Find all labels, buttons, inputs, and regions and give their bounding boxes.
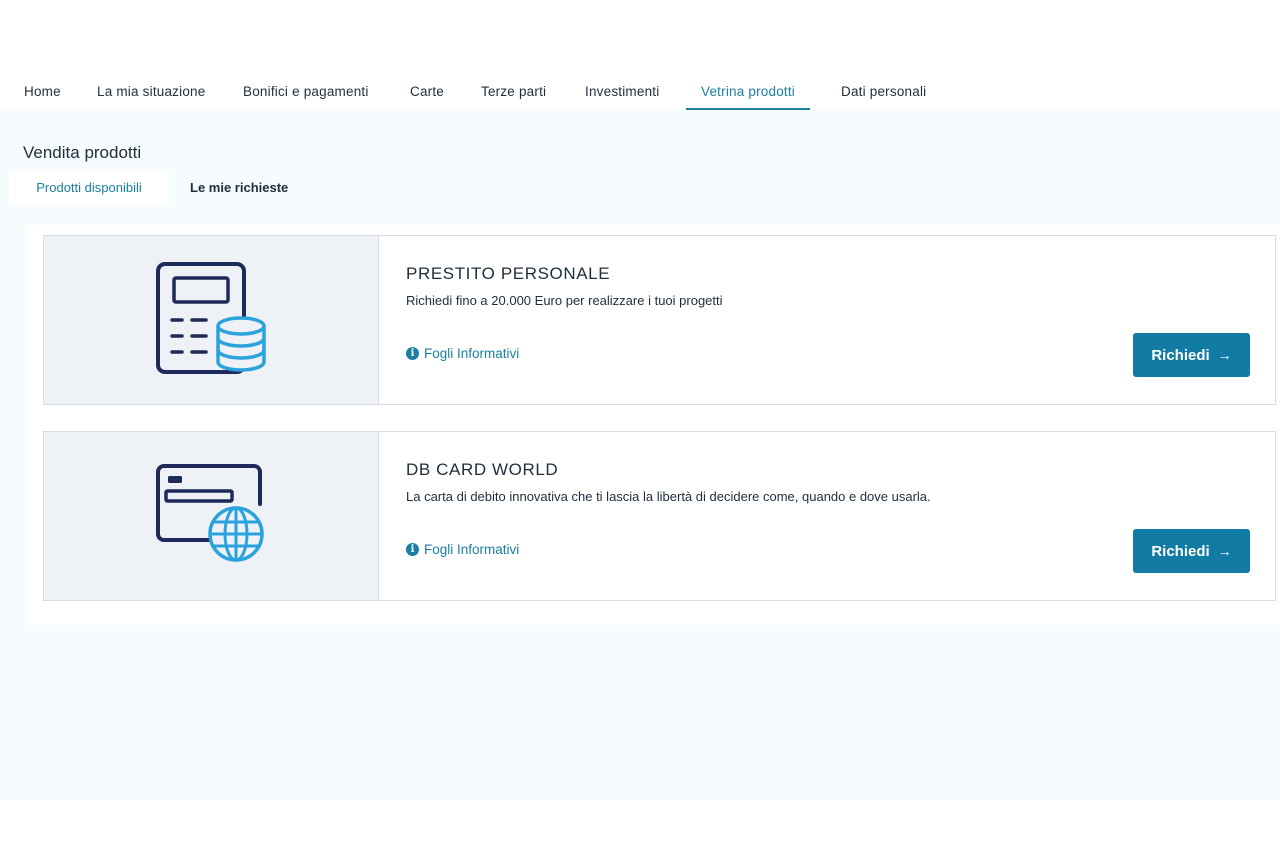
info-link-label: Fogli Informativi — [424, 542, 520, 557]
product-title: PRESTITO PERSONALE — [406, 264, 611, 283]
fogli-informativi-link[interactable]: i Fogli Informativi — [406, 542, 519, 557]
info-icon: i — [406, 347, 419, 360]
richiedi-button[interactable]: Richiedi → — [1133, 529, 1250, 573]
nav-investimenti[interactable]: Investimenti — [585, 73, 659, 110]
button-label: Richiedi — [1151, 542, 1210, 560]
tab-le-mie-richieste[interactable]: Le mie richieste — [190, 170, 288, 206]
product-card-db-card-world: DB CARD WORLD La carta di debito innovat… — [43, 431, 1276, 601]
product-media — [44, 236, 379, 404]
nav-bonifici-e-pagamenti[interactable]: Bonifici e pagamenti — [243, 73, 369, 110]
button-label: Richiedi — [1151, 346, 1210, 364]
top-navigation: Home La mia situazione Bonifici e pagame… — [0, 73, 1280, 110]
product-description: La carta di debito innovativa che ti las… — [406, 489, 931, 504]
product-media — [44, 432, 379, 600]
card-globe-icon — [156, 464, 264, 562]
arrow-right-icon: → — [1217, 543, 1232, 559]
product-description: Richiedi fino a 20.000 Euro per realizza… — [406, 293, 723, 308]
arrow-right-icon: → — [1217, 347, 1232, 363]
richiedi-button[interactable]: Richiedi → — [1133, 333, 1250, 377]
calculator-coins-icon — [156, 262, 266, 374]
page-title: Vendita prodotti — [23, 143, 142, 162]
products-panel: PRESTITO PERSONALE Richiedi fino a 20.00… — [27, 225, 1280, 625]
product-title: DB CARD WORLD — [406, 460, 559, 479]
main-content: Vendita prodotti Prodotti disponibili Le… — [0, 110, 1280, 800]
info-icon: i — [406, 543, 419, 556]
nav-la-mia-situazione[interactable]: La mia situazione — [97, 73, 205, 110]
nav-dati-personali[interactable]: Dati personali — [841, 73, 926, 110]
nav-terze-parti[interactable]: Terze parti — [481, 73, 546, 110]
info-link-label: Fogli Informativi — [424, 346, 520, 361]
product-card-prestito-personale: PRESTITO PERSONALE Richiedi fino a 20.00… — [43, 235, 1276, 405]
fogli-informativi-link[interactable]: i Fogli Informativi — [406, 346, 519, 361]
nav-carte[interactable]: Carte — [410, 73, 444, 110]
nav-home[interactable]: Home — [24, 73, 61, 110]
tab-prodotti-disponibili[interactable]: Prodotti disponibili — [9, 170, 169, 206]
nav-vetrina-prodotti[interactable]: Vetrina prodotti — [685, 73, 811, 110]
